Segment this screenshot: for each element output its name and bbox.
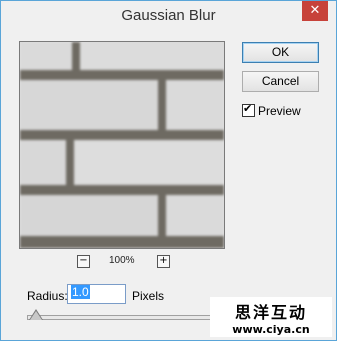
zoom-in-button[interactable]: + bbox=[157, 255, 170, 268]
checkmark-icon: ✔ bbox=[243, 102, 253, 115]
preview-checkbox-label: Preview bbox=[258, 104, 301, 118]
brick-wall-preview-image bbox=[20, 42, 224, 248]
ok-button[interactable]: OK bbox=[242, 42, 319, 63]
radius-input[interactable]: 1.0 bbox=[67, 284, 126, 304]
zoom-level: 100% bbox=[109, 255, 135, 266]
close-icon: ✕ bbox=[309, 3, 321, 18]
zoom-controls: − 100% + bbox=[1, 255, 337, 269]
close-button[interactable]: ✕ bbox=[302, 1, 328, 21]
radius-unit-label: Pixels bbox=[132, 289, 165, 303]
radius-label: Radius: bbox=[27, 289, 68, 303]
dialog-title: Gaussian Blur bbox=[121, 7, 216, 24]
preview-pane[interactable] bbox=[19, 41, 225, 249]
preview-checkbox[interactable]: ✔ Preview bbox=[242, 102, 301, 118]
watermark-line2: www.ciya.cn bbox=[232, 323, 310, 336]
radius-value: 1.0 bbox=[71, 285, 90, 299]
radius-slider-thumb-fill[interactable] bbox=[30, 311, 42, 320]
cancel-button[interactable]: Cancel bbox=[242, 71, 319, 92]
plus-icon: + bbox=[159, 255, 168, 266]
checkbox-box[interactable]: ✔ bbox=[242, 102, 255, 117]
watermark-line1: 思洋互动 bbox=[234, 303, 307, 322]
title-bar[interactable]: Gaussian Blur ✕ bbox=[1, 1, 336, 31]
minus-icon: − bbox=[79, 255, 88, 266]
watermark: 思洋互动 www.ciya.cn bbox=[210, 297, 332, 337]
gaussian-blur-dialog: Gaussian Blur ✕ − 100% + OK Cancel ✔ Pre… bbox=[0, 0, 337, 341]
zoom-out-button[interactable]: − bbox=[77, 255, 90, 268]
